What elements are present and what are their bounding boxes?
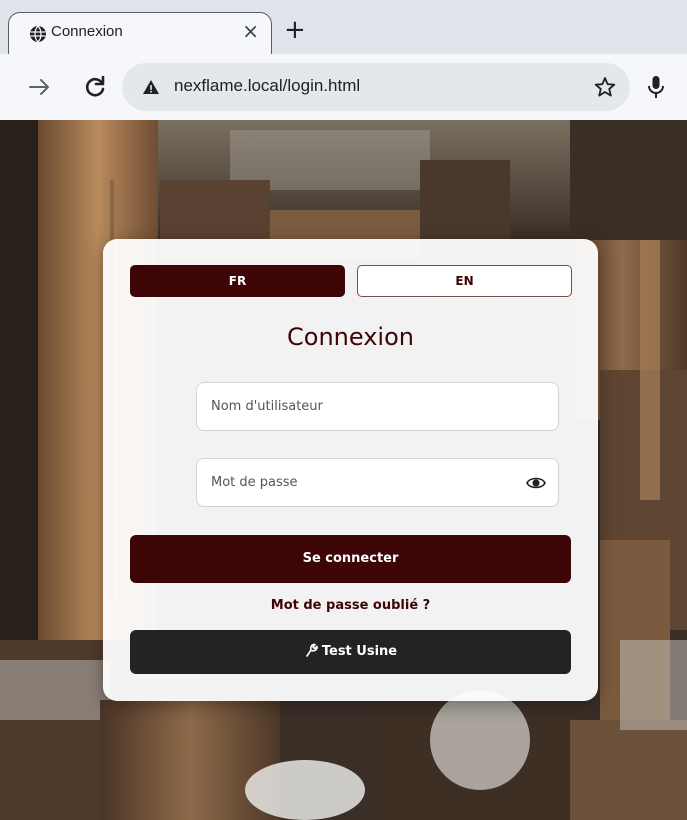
browser-tab[interactable]: Connexion × [8, 12, 272, 54]
login-card: FR EN Connexion Se connecter Mot de pass… [103, 239, 598, 701]
address-bar[interactable]: nexflame.local/login.html [122, 63, 630, 111]
mic-icon[interactable] [646, 74, 666, 100]
login-button[interactable]: Se connecter [130, 535, 571, 583]
url-text: nexflame.local/login.html [174, 76, 361, 95]
password-input[interactable] [197, 459, 558, 506]
factory-test-button[interactable]: Test Usine [130, 630, 571, 674]
tab-title: Connexion [51, 23, 123, 40]
language-fr-button[interactable]: FR [130, 265, 345, 297]
browser-tab-bar: Connexion × + [0, 0, 687, 54]
warning-icon[interactable] [142, 79, 160, 95]
username-field [196, 382, 559, 431]
browser-toolbar: nexflame.local/login.html [0, 54, 687, 120]
new-tab-button[interactable]: + [284, 16, 306, 44]
factory-test-label: Test Usine [321, 644, 398, 659]
reload-icon[interactable] [82, 74, 108, 100]
login-title: Connexion [287, 323, 414, 351]
language-en-button[interactable]: EN [357, 265, 572, 297]
username-input[interactable] [197, 383, 558, 430]
star-icon[interactable] [594, 76, 616, 98]
close-tab-icon[interactable]: × [242, 19, 259, 43]
password-field [196, 458, 559, 507]
forgot-password-link[interactable]: Mot de passe oublié ? [103, 598, 598, 613]
forward-arrow-icon[interactable] [26, 74, 54, 100]
wrench-icon [306, 643, 318, 657]
globe-icon [30, 25, 46, 43]
eye-icon[interactable] [526, 473, 546, 493]
